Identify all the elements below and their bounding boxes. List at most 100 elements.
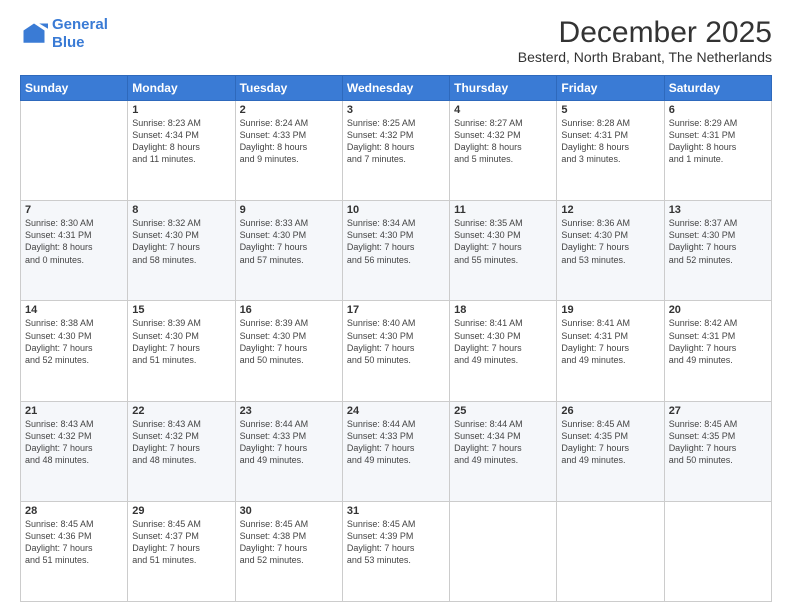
calendar-day-header: Sunday	[21, 76, 128, 101]
day-info: Sunrise: 8:40 AM Sunset: 4:30 PM Dayligh…	[347, 317, 445, 366]
calendar-cell: 17Sunrise: 8:40 AM Sunset: 4:30 PM Dayli…	[342, 301, 449, 401]
calendar-cell: 8Sunrise: 8:32 AM Sunset: 4:30 PM Daylig…	[128, 201, 235, 301]
calendar-cell: 5Sunrise: 8:28 AM Sunset: 4:31 PM Daylig…	[557, 101, 664, 201]
calendar-cell: 28Sunrise: 8:45 AM Sunset: 4:36 PM Dayli…	[21, 501, 128, 601]
calendar-cell: 7Sunrise: 8:30 AM Sunset: 4:31 PM Daylig…	[21, 201, 128, 301]
day-info: Sunrise: 8:45 AM Sunset: 4:36 PM Dayligh…	[25, 518, 123, 567]
day-info: Sunrise: 8:45 AM Sunset: 4:35 PM Dayligh…	[669, 418, 767, 467]
calendar-cell: 26Sunrise: 8:45 AM Sunset: 4:35 PM Dayli…	[557, 401, 664, 501]
calendar-cell: 1Sunrise: 8:23 AM Sunset: 4:34 PM Daylig…	[128, 101, 235, 201]
day-number: 1	[132, 104, 230, 116]
calendar-cell	[664, 501, 771, 601]
calendar-cell: 3Sunrise: 8:25 AM Sunset: 4:32 PM Daylig…	[342, 101, 449, 201]
calendar-day-header: Wednesday	[342, 76, 449, 101]
calendar-day-header: Tuesday	[235, 76, 342, 101]
day-number: 17	[347, 304, 445, 316]
day-info: Sunrise: 8:43 AM Sunset: 4:32 PM Dayligh…	[25, 418, 123, 467]
day-info: Sunrise: 8:43 AM Sunset: 4:32 PM Dayligh…	[132, 418, 230, 467]
calendar-cell: 11Sunrise: 8:35 AM Sunset: 4:30 PM Dayli…	[450, 201, 557, 301]
calendar-day-header: Thursday	[450, 76, 557, 101]
day-info: Sunrise: 8:34 AM Sunset: 4:30 PM Dayligh…	[347, 217, 445, 266]
day-info: Sunrise: 8:30 AM Sunset: 4:31 PM Dayligh…	[25, 217, 123, 266]
day-number: 24	[347, 405, 445, 417]
day-info: Sunrise: 8:45 AM Sunset: 4:37 PM Dayligh…	[132, 518, 230, 567]
header: General Blue December 2025 Besterd, Nort…	[20, 16, 772, 65]
logo-line1: General	[52, 16, 108, 33]
day-number: 28	[25, 505, 123, 517]
day-number: 13	[669, 204, 767, 216]
day-info: Sunrise: 8:41 AM Sunset: 4:31 PM Dayligh…	[561, 317, 659, 366]
calendar-cell: 30Sunrise: 8:45 AM Sunset: 4:38 PM Dayli…	[235, 501, 342, 601]
page: General Blue December 2025 Besterd, Nort…	[0, 0, 792, 612]
day-number: 20	[669, 304, 767, 316]
day-info: Sunrise: 8:23 AM Sunset: 4:34 PM Dayligh…	[132, 117, 230, 166]
calendar-day-header: Friday	[557, 76, 664, 101]
day-number: 23	[240, 405, 338, 417]
day-info: Sunrise: 8:39 AM Sunset: 4:30 PM Dayligh…	[132, 317, 230, 366]
calendar-week-row: 7Sunrise: 8:30 AM Sunset: 4:31 PM Daylig…	[21, 201, 772, 301]
day-info: Sunrise: 8:38 AM Sunset: 4:30 PM Dayligh…	[25, 317, 123, 366]
calendar-cell: 25Sunrise: 8:44 AM Sunset: 4:34 PM Dayli…	[450, 401, 557, 501]
calendar-cell: 20Sunrise: 8:42 AM Sunset: 4:31 PM Dayli…	[664, 301, 771, 401]
calendar-cell: 2Sunrise: 8:24 AM Sunset: 4:33 PM Daylig…	[235, 101, 342, 201]
main-title: December 2025	[518, 16, 772, 49]
calendar-cell: 14Sunrise: 8:38 AM Sunset: 4:30 PM Dayli…	[21, 301, 128, 401]
calendar-cell: 15Sunrise: 8:39 AM Sunset: 4:30 PM Dayli…	[128, 301, 235, 401]
calendar-cell: 6Sunrise: 8:29 AM Sunset: 4:31 PM Daylig…	[664, 101, 771, 201]
day-info: Sunrise: 8:45 AM Sunset: 4:38 PM Dayligh…	[240, 518, 338, 567]
calendar-cell: 16Sunrise: 8:39 AM Sunset: 4:30 PM Dayli…	[235, 301, 342, 401]
title-block: December 2025 Besterd, North Brabant, Th…	[518, 16, 772, 65]
day-number: 31	[347, 505, 445, 517]
subtitle: Besterd, North Brabant, The Netherlands	[518, 49, 772, 65]
logo-line2: Blue	[52, 34, 85, 51]
day-info: Sunrise: 8:44 AM Sunset: 4:33 PM Dayligh…	[347, 418, 445, 467]
day-info: Sunrise: 8:42 AM Sunset: 4:31 PM Dayligh…	[669, 317, 767, 366]
calendar-week-row: 1Sunrise: 8:23 AM Sunset: 4:34 PM Daylig…	[21, 101, 772, 201]
day-number: 26	[561, 405, 659, 417]
day-info: Sunrise: 8:44 AM Sunset: 4:33 PM Dayligh…	[240, 418, 338, 467]
day-info: Sunrise: 8:25 AM Sunset: 4:32 PM Dayligh…	[347, 117, 445, 166]
day-info: Sunrise: 8:41 AM Sunset: 4:30 PM Dayligh…	[454, 317, 552, 366]
day-number: 19	[561, 304, 659, 316]
calendar-cell: 27Sunrise: 8:45 AM Sunset: 4:35 PM Dayli…	[664, 401, 771, 501]
day-info: Sunrise: 8:33 AM Sunset: 4:30 PM Dayligh…	[240, 217, 338, 266]
day-number: 15	[132, 304, 230, 316]
day-info: Sunrise: 8:35 AM Sunset: 4:30 PM Dayligh…	[454, 217, 552, 266]
day-info: Sunrise: 8:29 AM Sunset: 4:31 PM Dayligh…	[669, 117, 767, 166]
calendar-week-row: 21Sunrise: 8:43 AM Sunset: 4:32 PM Dayli…	[21, 401, 772, 501]
logo: General Blue	[20, 16, 108, 52]
day-info: Sunrise: 8:37 AM Sunset: 4:30 PM Dayligh…	[669, 217, 767, 266]
logo-text: General Blue	[52, 16, 108, 52]
calendar-cell: 19Sunrise: 8:41 AM Sunset: 4:31 PM Dayli…	[557, 301, 664, 401]
calendar-cell: 24Sunrise: 8:44 AM Sunset: 4:33 PM Dayli…	[342, 401, 449, 501]
day-number: 8	[132, 204, 230, 216]
calendar-cell: 22Sunrise: 8:43 AM Sunset: 4:32 PM Dayli…	[128, 401, 235, 501]
calendar-cell	[557, 501, 664, 601]
day-number: 6	[669, 104, 767, 116]
calendar-week-row: 28Sunrise: 8:45 AM Sunset: 4:36 PM Dayli…	[21, 501, 772, 601]
calendar-cell: 31Sunrise: 8:45 AM Sunset: 4:39 PM Dayli…	[342, 501, 449, 601]
day-info: Sunrise: 8:44 AM Sunset: 4:34 PM Dayligh…	[454, 418, 552, 467]
calendar-cell: 18Sunrise: 8:41 AM Sunset: 4:30 PM Dayli…	[450, 301, 557, 401]
day-info: Sunrise: 8:28 AM Sunset: 4:31 PM Dayligh…	[561, 117, 659, 166]
day-info: Sunrise: 8:45 AM Sunset: 4:39 PM Dayligh…	[347, 518, 445, 567]
calendar-cell: 4Sunrise: 8:27 AM Sunset: 4:32 PM Daylig…	[450, 101, 557, 201]
calendar-cell: 23Sunrise: 8:44 AM Sunset: 4:33 PM Dayli…	[235, 401, 342, 501]
day-info: Sunrise: 8:27 AM Sunset: 4:32 PM Dayligh…	[454, 117, 552, 166]
day-number: 29	[132, 505, 230, 517]
day-number: 21	[25, 405, 123, 417]
day-info: Sunrise: 8:45 AM Sunset: 4:35 PM Dayligh…	[561, 418, 659, 467]
day-number: 22	[132, 405, 230, 417]
day-number: 2	[240, 104, 338, 116]
day-number: 12	[561, 204, 659, 216]
day-info: Sunrise: 8:39 AM Sunset: 4:30 PM Dayligh…	[240, 317, 338, 366]
day-number: 3	[347, 104, 445, 116]
day-number: 27	[669, 405, 767, 417]
calendar-header-row: SundayMondayTuesdayWednesdayThursdayFrid…	[21, 76, 772, 101]
day-number: 11	[454, 204, 552, 216]
logo-icon	[20, 20, 48, 48]
calendar-cell: 12Sunrise: 8:36 AM Sunset: 4:30 PM Dayli…	[557, 201, 664, 301]
day-number: 18	[454, 304, 552, 316]
calendar-table: SundayMondayTuesdayWednesdayThursdayFrid…	[20, 75, 772, 602]
day-number: 16	[240, 304, 338, 316]
